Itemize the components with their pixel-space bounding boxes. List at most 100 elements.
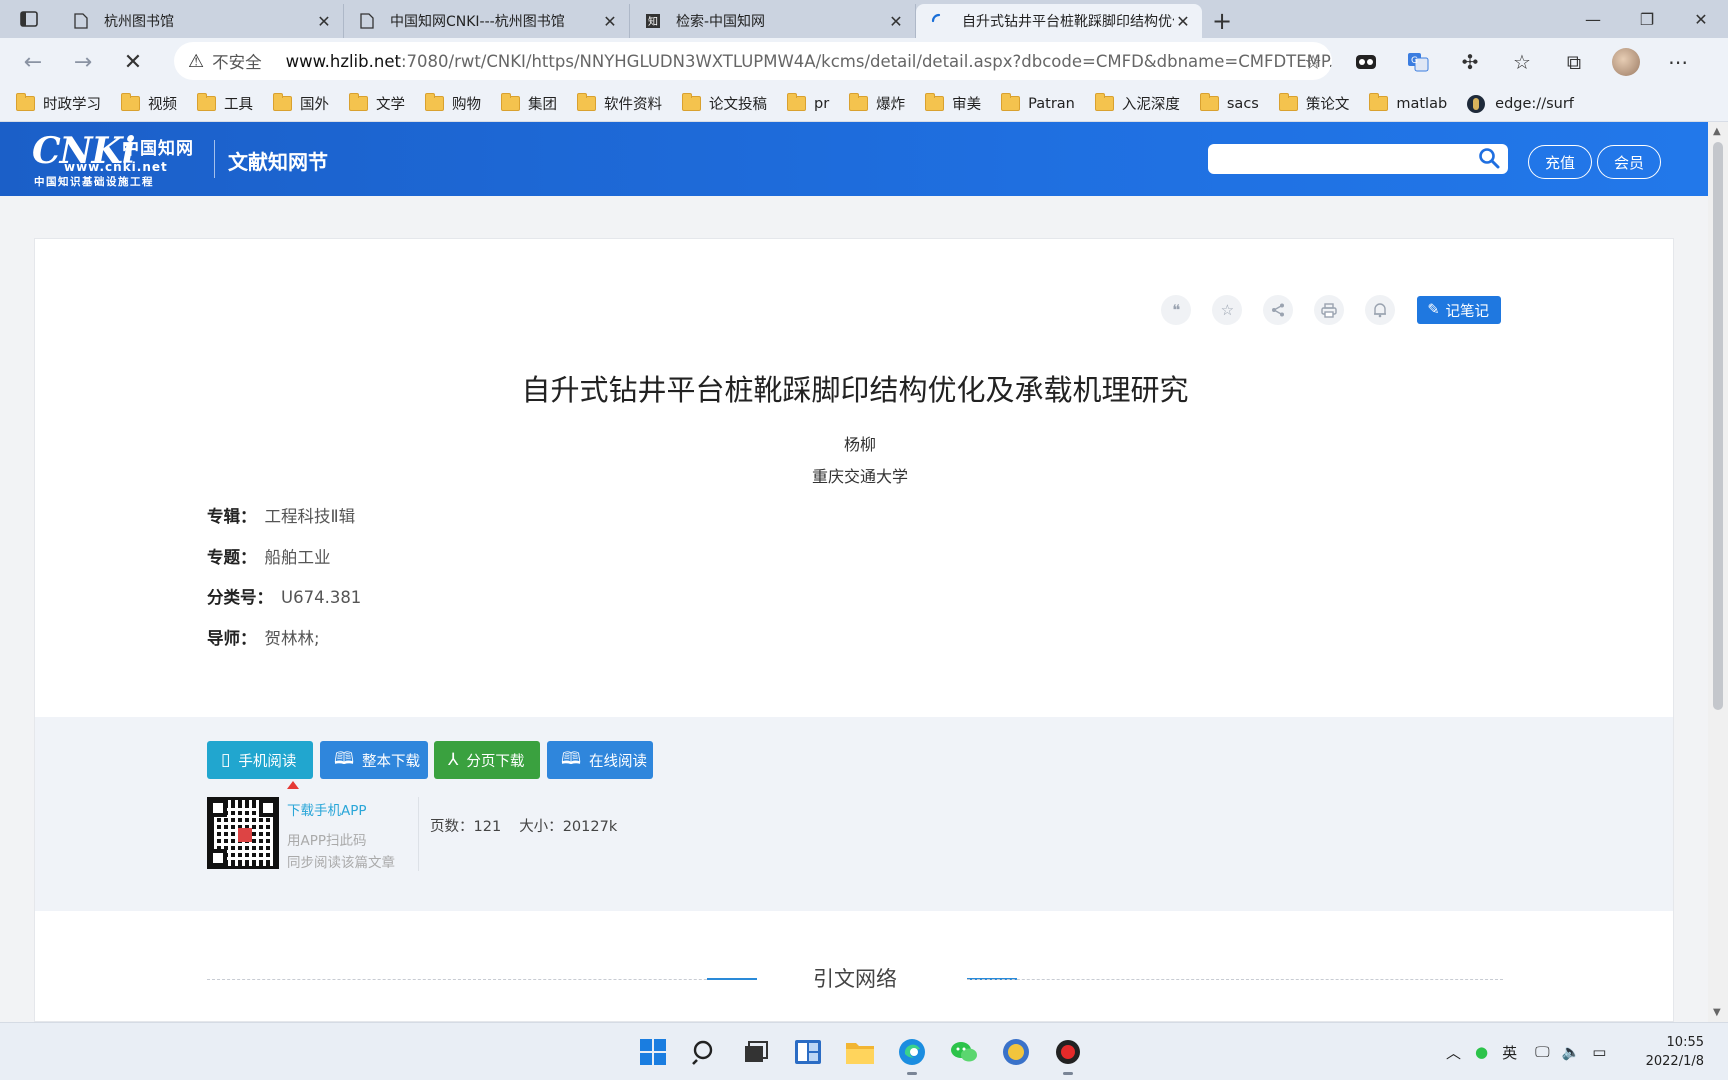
share-icon[interactable] <box>1263 295 1294 325</box>
scrollbar-thumb[interactable] <box>1713 142 1723 710</box>
cnki-logo[interactable]: CNKi 中国知网 www.cnki.net 中国知识基础设施工程 <box>32 130 202 188</box>
bookmark-folder[interactable]: matlab <box>1369 93 1447 112</box>
browser-tab[interactable]: 自升式钻井平台桩靴踩脚印结构优化及承载机理研究✕ <box>916 4 1202 38</box>
close-tab-icon[interactable]: ✕ <box>601 12 619 31</box>
tab-actions-button[interactable] <box>0 0 58 38</box>
browser-tab[interactable]: 中国知网CNKI---杭州图书馆 ✕ <box>344 4 630 38</box>
file-explorer-icon[interactable] <box>841 1033 879 1071</box>
online-read-button[interactable]: 🕮 在线阅读 <box>547 741 653 779</box>
volume-icon[interactable]: 🔈 <box>1562 1043 1581 1061</box>
close-tab-icon[interactable]: ✕ <box>1174 12 1192 31</box>
search-icon[interactable] <box>686 1033 724 1071</box>
bookmark-folder[interactable]: 文学 <box>349 93 405 114</box>
scroll-up-icon[interactable]: ▲ <box>1713 126 1721 137</box>
folder-icon <box>787 93 806 111</box>
bookmark-folder[interactable]: 软件资料 <box>577 93 662 114</box>
battery-icon[interactable]: ▭ <box>1592 1043 1606 1061</box>
back-button[interactable]: ← <box>8 42 58 82</box>
bookmark-folder[interactable]: 策论文 <box>1278 93 1349 114</box>
full-download-button[interactable]: 🕮 整本下载 <box>320 741 428 779</box>
extension-icon[interactable] <box>1340 42 1392 82</box>
paper-detail-card: ❝ ☆ ✎ 记笔记 自升式钻井平台桩靴踩脚印结构优化及承载机理研究 杨柳 重庆交通… <box>34 238 1674 1022</box>
folder-icon <box>425 93 444 111</box>
tab-actions-icon <box>20 11 38 27</box>
recharge-button[interactable]: 充值 <box>1528 145 1592 179</box>
stop-loading-button[interactable]: ✕ <box>108 42 158 82</box>
bookmark-folder[interactable]: sacs <box>1199 93 1259 112</box>
url-host: www.hzlib.net <box>285 51 401 71</box>
bookmark-folder[interactable]: 时政学习 <box>16 93 101 114</box>
print-icon[interactable] <box>1314 295 1345 325</box>
avatar <box>1612 48 1640 76</box>
wechat-tray-icon[interactable]: ● <box>1475 1043 1488 1061</box>
page-download-button[interactable]: ⅄ 分页下载 <box>434 741 540 779</box>
bookmark-folder[interactable]: Patran <box>1001 93 1075 112</box>
bookmark-folder[interactable]: 论文投稿 <box>682 93 767 114</box>
restore-button[interactable]: ❐ <box>1620 0 1674 38</box>
take-note-button[interactable]: ✎ 记笔记 <box>1417 296 1501 324</box>
cnki-favicon: 知 <box>644 12 662 30</box>
browser-tab[interactable]: 知检索-中国知网 ✕ <box>630 4 916 38</box>
supervisor-link[interactable]: 贺林林; <box>265 629 320 648</box>
page-info: 页数：121 大小：20127k <box>430 819 618 835</box>
bookmark-folder[interactable]: 审美 <box>925 93 981 114</box>
translate-icon[interactable]: G <box>1392 42 1444 82</box>
quote-icon[interactable]: ❝ <box>1161 295 1192 325</box>
close-window-button[interactable]: ✕ <box>1674 0 1728 38</box>
school-link[interactable]: 重庆交通大学 <box>35 463 1685 487</box>
edge-icon[interactable] <box>893 1033 931 1075</box>
bookmark-folder[interactable]: 爆炸 <box>849 93 905 114</box>
wechat-icon[interactable] <box>945 1033 983 1071</box>
close-tab-icon[interactable]: ✕ <box>315 12 333 31</box>
windows-start-icon[interactable] <box>634 1033 672 1071</box>
bookmark-folder[interactable]: 入泥深度 <box>1094 93 1180 114</box>
new-tab-button[interactable]: + <box>1202 4 1242 38</box>
book-icon: 🕮 <box>561 748 582 769</box>
chevron-up-icon[interactable]: ︿ <box>1446 1042 1461 1063</box>
network-icon[interactable]: 🖵 <box>1535 1043 1549 1061</box>
search-icon[interactable] <box>1478 147 1500 169</box>
folder-icon <box>682 93 701 111</box>
collections-icon[interactable]: ⧉ <box>1548 42 1600 82</box>
bookmark-folder[interactable]: 工具 <box>197 93 253 114</box>
task-view-icon[interactable] <box>737 1033 775 1071</box>
minimize-button[interactable]: — <box>1566 0 1620 38</box>
bell-icon[interactable] <box>1365 295 1396 325</box>
recorder-icon[interactable] <box>1049 1033 1087 1075</box>
mobile-icon: ▯ <box>221 750 231 770</box>
add-favorite-icon[interactable]: ☆ <box>1304 50 1322 74</box>
bookmark-folder[interactable]: 购物 <box>425 93 481 114</box>
mobile-read-button[interactable]: ▯ 手机阅读 <box>207 741 313 779</box>
search-input[interactable] <box>1218 148 1468 170</box>
more-menu-icon[interactable]: ⋯ <box>1652 42 1704 82</box>
extensions-icon[interactable]: ✣ <box>1444 42 1496 82</box>
input-method[interactable]: 英 <box>1502 1042 1517 1063</box>
bookmark-surf[interactable]: edge://surf <box>1467 94 1574 113</box>
folder-icon <box>1094 93 1114 111</box>
profile-button[interactable] <box>1600 42 1652 82</box>
bookmark-folder[interactable]: pr <box>787 93 829 112</box>
clock[interactable]: 10:55 2022/1/8 <box>1646 1033 1704 1071</box>
download-area: ▯ 手机阅读 🕮 整本下载 ⅄ 分页下载 🕮 在线阅读 下载手机APP 用APP扫此码 … <box>35 717 1673 911</box>
bookmark-folder[interactable]: 国外 <box>273 93 329 114</box>
address-bar[interactable]: ⚠ 不安全 www.hzlib.net:7080/rwt/CNKI/https/… <box>174 42 1332 80</box>
widgets-icon[interactable] <box>789 1033 827 1071</box>
author-link[interactable]: 杨柳 <box>35 431 1685 455</box>
page-scrollbar[interactable]: ▲ ▼ <box>1708 122 1728 1022</box>
star-icon[interactable]: ☆ <box>1212 295 1243 325</box>
folder-icon <box>273 93 292 111</box>
forward-button[interactable]: → <box>58 42 108 82</box>
member-button[interactable]: 会员 <box>1597 145 1661 179</box>
download-app-link[interactable]: 下载手机APP <box>287 799 367 819</box>
bookmark-folder[interactable]: 集团 <box>501 93 557 114</box>
paper-title: 自升式钻井平台桩靴踩脚印结构优化及承载机理研究 <box>521 373 1189 407</box>
bookmark-folder[interactable]: 视频 <box>121 93 177 114</box>
browser-tab[interactable]: 杭州图书馆 ✕ <box>58 4 344 38</box>
favorites-icon[interactable]: ☆ <box>1496 42 1548 82</box>
qr-code <box>207 797 279 869</box>
app-icon[interactable] <box>997 1033 1035 1071</box>
scroll-down-icon[interactable]: ▼ <box>1713 1007 1721 1018</box>
close-tab-icon[interactable]: ✕ <box>887 12 905 31</box>
folder-icon <box>1278 93 1298 111</box>
app-sync-hint: 同步阅读该篇文章 <box>287 855 395 871</box>
